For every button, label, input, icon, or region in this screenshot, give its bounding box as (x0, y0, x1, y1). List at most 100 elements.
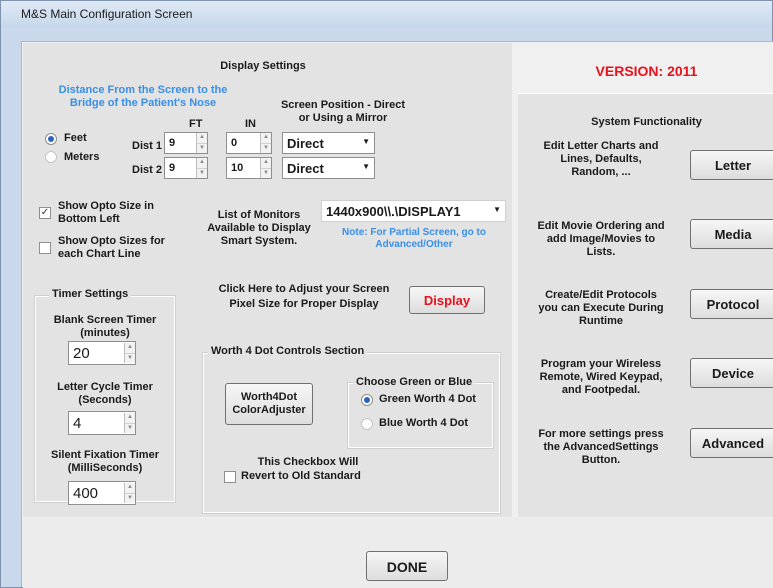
blue-worth4dot-label: Blue Worth 4 Dot (379, 417, 469, 429)
show-opto-size-label-line1: Show Opto Size in (58, 200, 154, 212)
down-arrow-icon[interactable]: ▼ (197, 167, 207, 178)
monitor-select-value: 1440x900\\.\DISPLAY1 (326, 204, 461, 219)
chevron-down-icon: ▼ (362, 137, 370, 146)
worth4dot-color-adjuster-button[interactable]: Worth4Dot ColorAdjuster (225, 383, 313, 425)
dist1-in-spin-buttons[interactable]: ▲ ▼ (260, 133, 271, 153)
screen-position-label-line1: Screen Position - Direct (280, 99, 406, 111)
main-config-window: M&S Main Configuration Screen Display Se… (0, 0, 773, 588)
up-arrow-icon[interactable]: ▲ (261, 133, 271, 143)
advanced-desc-line3: Button. (581, 454, 621, 466)
show-opto-sizes-chart-checkbox[interactable] (39, 242, 51, 254)
blank-timer-stepper[interactable]: 20 ▲ ▼ (68, 341, 136, 365)
up-arrow-icon[interactable]: ▲ (125, 413, 135, 423)
blank-timer-label-line1: Blank Screen Timer (53, 314, 157, 326)
down-arrow-icon[interactable]: ▼ (125, 352, 135, 363)
dist2-label: Dist 2 (132, 164, 162, 176)
dist2-ft-spin-buttons[interactable]: ▲ ▼ (196, 158, 207, 178)
device-desc-line1: Program your Wireless (540, 358, 662, 370)
green-worth4dot-radio[interactable] (361, 394, 373, 406)
fixation-timer-label-line2: (MilliSeconds) (67, 462, 143, 474)
protocol-desc-line1: Create/Edit Protocols (545, 289, 657, 301)
blank-timer-label-line2: (minutes) (80, 327, 130, 339)
system-functionality-heading: System Functionality (591, 116, 702, 128)
blue-worth4dot-radio[interactable] (361, 418, 373, 430)
device-button[interactable]: Device (690, 358, 773, 388)
meters-radio[interactable] (45, 151, 57, 163)
letter-desc-line3: Random, ... (571, 166, 631, 178)
device-desc-line2: Remote, Wired Keypad, (539, 371, 663, 383)
up-arrow-icon[interactable]: ▲ (197, 133, 207, 143)
fixation-timer-label-line1: Silent Fixation Timer (51, 449, 159, 461)
down-arrow-icon[interactable]: ▼ (261, 167, 271, 178)
show-opto-size-checkbox[interactable]: ✓ (39, 207, 51, 219)
up-arrow-icon[interactable]: ▲ (261, 158, 271, 168)
fixation-timer-value: 400 (73, 484, 99, 502)
monitors-label-line3: Smart System. (220, 235, 298, 247)
dist2-in-stepper[interactable]: 10 ▲ ▼ (226, 157, 272, 179)
letter-desc-line1: Edit Letter Charts and (543, 140, 659, 152)
worth4dot-heading: Worth 4 Dot Controls Section (208, 345, 368, 358)
dist2-ft-stepper[interactable]: 9 ▲ ▼ (164, 157, 208, 179)
media-button[interactable]: Media (690, 219, 773, 249)
show-opto-sizes-chart-label-line2: each Chart Line (58, 248, 141, 260)
protocol-desc-line2: you can Execute During (538, 302, 664, 314)
letter-timer-spin-buttons[interactable]: ▲ ▼ (124, 413, 135, 433)
distance-note-line1: Distance From the Screen to the (58, 84, 228, 96)
dist1-ft-stepper[interactable]: 9 ▲ ▼ (164, 132, 208, 154)
in-column-label: IN (245, 118, 256, 130)
distance-note-line2: Bridge of the Patient's Nose (69, 97, 217, 109)
show-opto-size-label-line2: Bottom Left (58, 213, 120, 225)
down-arrow-icon[interactable]: ▼ (197, 142, 207, 153)
blank-timer-spin-buttons[interactable]: ▲ ▼ (124, 343, 135, 363)
dist2-position-select[interactable]: Direct ▼ (282, 157, 375, 179)
screen-position-label-line2: or Using a Mirror (298, 112, 388, 124)
dist1-position-select[interactable]: Direct ▼ (282, 132, 375, 154)
dist1-in-stepper[interactable]: 0 ▲ ▼ (226, 132, 272, 154)
advanced-desc-line2: the AdvancedSettings (543, 441, 659, 453)
meters-label: Meters (64, 151, 100, 163)
dist1-position-value: Direct (287, 136, 324, 151)
media-desc-line3: Lists. (586, 246, 616, 258)
letter-timer-stepper[interactable]: 4 ▲ ▼ (68, 411, 136, 435)
blank-timer-value: 20 (73, 344, 90, 362)
down-arrow-icon[interactable]: ▼ (125, 492, 135, 503)
letter-button[interactable]: Letter (690, 150, 773, 180)
display-settings-heading: Display Settings (220, 60, 306, 72)
worth4dot-adjuster-label-line2: ColorAdjuster (232, 404, 306, 416)
up-arrow-icon[interactable]: ▲ (197, 158, 207, 168)
fixation-timer-stepper[interactable]: 400 ▲ ▼ (68, 481, 136, 505)
fixation-timer-spin-buttons[interactable]: ▲ ▼ (124, 483, 135, 503)
dist1-ft-spin-buttons[interactable]: ▲ ▼ (196, 133, 207, 153)
protocol-button[interactable]: Protocol (690, 289, 773, 319)
revert-label-line1: This Checkbox Will (257, 456, 359, 468)
show-opto-sizes-chart-label-line1: Show Opto Sizes for (58, 235, 165, 247)
feet-radio[interactable] (45, 133, 57, 145)
ft-column-label: FT (189, 118, 203, 130)
chevron-down-icon: ▼ (362, 162, 370, 171)
monitors-label-line2: Available to Display (207, 222, 311, 234)
device-desc-line3: and Footpedal. (561, 384, 641, 396)
revert-old-standard-checkbox[interactable] (224, 471, 236, 483)
done-button[interactable]: DONE (366, 551, 448, 581)
dist2-ft-value: 9 (169, 162, 176, 174)
down-arrow-icon[interactable]: ▼ (261, 142, 271, 153)
protocol-desc-line3: Runtime (579, 315, 623, 327)
window-title: M&S Main Configuration Screen (1, 1, 772, 27)
dist2-in-spin-buttons[interactable]: ▲ ▼ (260, 158, 271, 178)
dist2-position-value: Direct (287, 161, 324, 176)
chevron-down-icon: ▼ (493, 205, 501, 214)
up-arrow-icon[interactable]: ▲ (125, 343, 135, 353)
monitor-select[interactable]: 1440x900\\.\DISPLAY1 ▼ (321, 200, 506, 222)
media-desc-line2: add Image/Movies to (546, 233, 656, 245)
letter-timer-label-line2: (Seconds) (78, 394, 132, 406)
display-button[interactable]: Display (409, 286, 485, 314)
advanced-desc-line1: For more settings press (538, 428, 664, 440)
footer-bar: DONE (23, 518, 773, 588)
advanced-button[interactable]: Advanced (690, 428, 773, 458)
letter-desc-line2: Lines, Defaults, (560, 153, 642, 165)
version-label: VERSION: 2011 (595, 63, 698, 79)
dist1-ft-value: 9 (169, 137, 176, 149)
down-arrow-icon[interactable]: ▼ (125, 422, 135, 433)
monitor-note-line2: Advanced/Other (375, 239, 453, 250)
up-arrow-icon[interactable]: ▲ (125, 483, 135, 493)
